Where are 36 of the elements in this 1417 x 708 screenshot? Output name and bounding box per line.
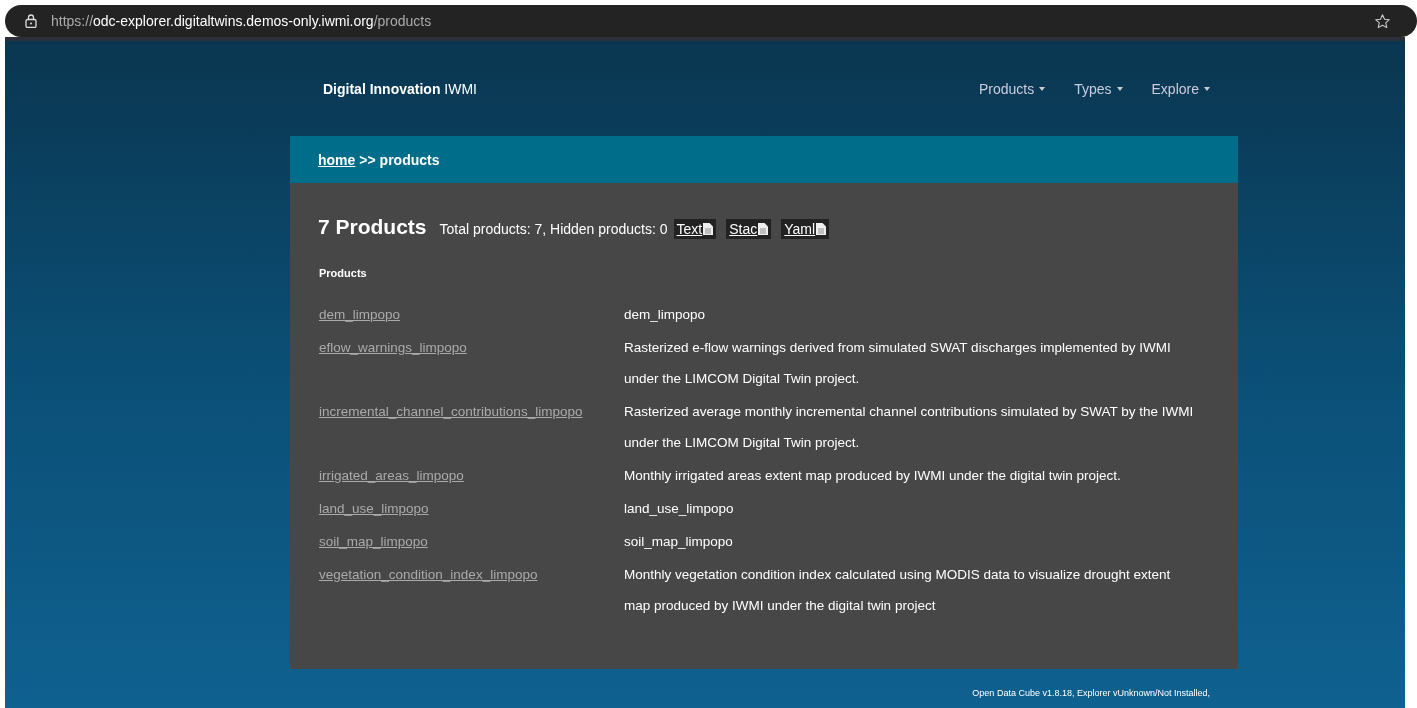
- product-description: Monthly vegetation condition index calculated using MODIS data to visualize drought extent map produced by IWMI under the digital twin project: [624, 566, 1172, 615]
- product-link[interactable]: land_use_limpopo: [318, 493, 624, 524]
- product-link[interactable]: dem_limpopo: [318, 299, 624, 330]
- product-link[interactable]: irrigated_areas_limpopo: [318, 460, 624, 491]
- lock-icon: [25, 14, 37, 28]
- product-description: soil_map_limpopo: [624, 533, 734, 551]
- caret-icon: [1039, 86, 1046, 91]
- nav-menu[interactable]: Explore: [1151, 80, 1210, 97]
- product-description: Monthly irrigated areas extent map produced by IWMI under the digital twin project.: [624, 467, 1122, 485]
- product-link[interactable]: soil_map_limpopo: [318, 526, 624, 557]
- product-link[interactable]: vegetation_condition_index_limpopo: [318, 559, 624, 621]
- nav-menu[interactable]: Types: [1074, 80, 1123, 97]
- product-link[interactable]: incremental_channel_contributions_limpopo: [318, 396, 624, 458]
- nav-menu[interactable]: Products: [978, 80, 1046, 97]
- product-description: Rasterized average monthly incremental channel contributions simulated by SWAT by the IWMI under the LIMCOM Digital Twin project.: [624, 403, 1195, 452]
- page-title: 7 Products: [318, 215, 427, 239]
- column-heading: Products: [319, 267, 368, 279]
- document-icon: [703, 223, 714, 235]
- product-description: dem_limpopo: [624, 306, 707, 324]
- breadcrumb-current: >> products: [359, 151, 440, 168]
- document-icon: [816, 223, 827, 235]
- format-link[interactable]: Text: [673, 219, 717, 239]
- product-link[interactable]: eflow_warnings_limpopo: [318, 332, 624, 394]
- address-bar[interactable]: https://odc-explorer.digitaltwins.demos-only.iwmi.org/products: [5, 5, 1417, 37]
- bookmark-star-icon[interactable]: [1374, 12, 1391, 30]
- product-description: land_use_limpopo: [624, 500, 735, 518]
- format-link[interactable]: Stac: [726, 219, 772, 239]
- home-link[interactable]: home: [318, 151, 356, 168]
- format-link[interactable]: Yaml: [781, 219, 830, 239]
- caret-icon: [1116, 86, 1123, 91]
- brand-link[interactable]: Digital Innovation IWMI: [323, 80, 477, 97]
- product-description: Rasterized e-flow warnings derived from simulated SWAT discharges implemented by IWMI under the LIMCOM Digital Twin project.: [624, 339, 1172, 388]
- summary-text: Total products: 7, Hidden products: 0: [439, 221, 668, 237]
- document-icon: [758, 223, 769, 235]
- footer-text: Open Data Cube v1.8.18, Explorer vUnknown/Not Installed,: [971, 687, 1211, 698]
- caret-icon: [1204, 86, 1210, 91]
